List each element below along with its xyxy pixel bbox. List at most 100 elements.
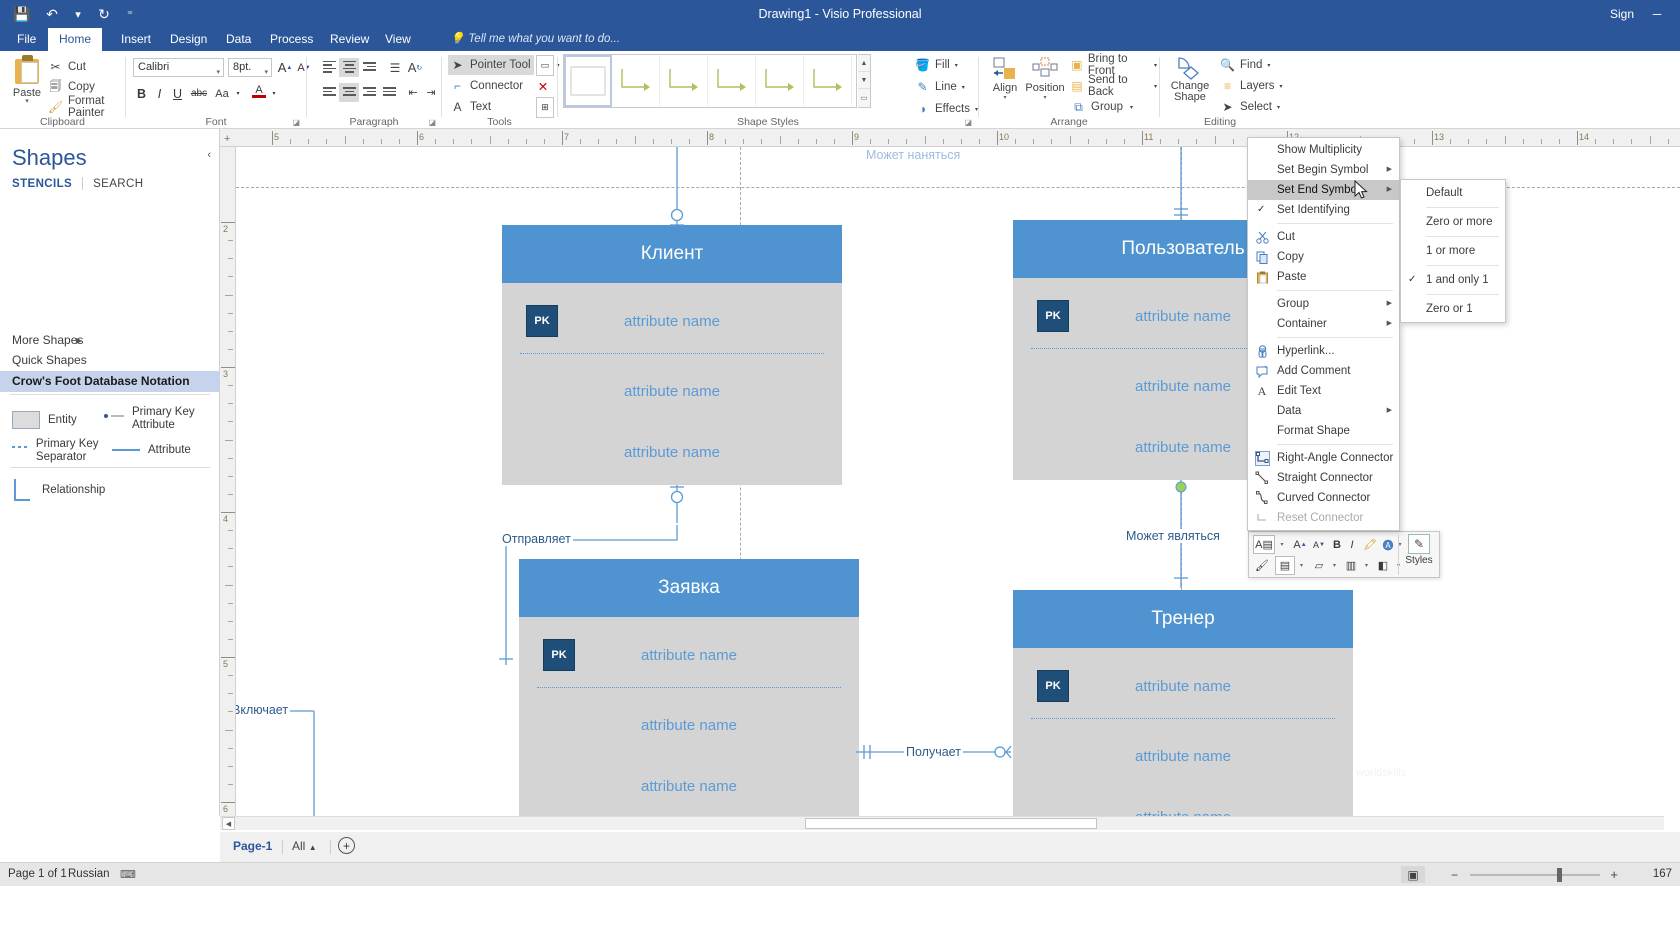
position-dropdown-icon[interactable]: ▾ bbox=[1025, 94, 1065, 101]
vertical-ruler[interactable]: 23456 bbox=[220, 147, 236, 816]
shrink-font-mini-button[interactable]: A ▼ bbox=[1310, 535, 1328, 554]
menu-item-set-begin-symbol[interactable]: Set Begin Symbol ▶ bbox=[1248, 160, 1399, 180]
strikethrough-button[interactable]: abc bbox=[188, 83, 210, 104]
font-color-dropdown-icon[interactable]: ▾ bbox=[268, 83, 280, 104]
close-tool-icon[interactable]: ✕ bbox=[536, 76, 550, 97]
align-middle-button[interactable] bbox=[339, 83, 359, 102]
align-bottom-button[interactable] bbox=[359, 83, 379, 102]
bring-to-front-button[interactable]: ▣ Bring to Front ▾ bbox=[1069, 53, 1159, 77]
tab-insert[interactable]: Insert bbox=[110, 28, 162, 51]
attribute-row[interactable]: attribute name bbox=[502, 313, 842, 330]
zoom-slider[interactable] bbox=[1470, 874, 1600, 876]
text-direction-button[interactable]: A ↻ bbox=[405, 58, 425, 77]
align-left-button[interactable] bbox=[319, 58, 339, 77]
text-block-icon[interactable]: A▤ bbox=[1253, 535, 1275, 554]
bold-mini-button[interactable]: B bbox=[1330, 535, 1344, 554]
tab-data[interactable]: Data bbox=[215, 28, 262, 51]
menu-item-hyperlink[interactable]: Hyperlink... bbox=[1248, 341, 1399, 361]
keyboard-layout-icon[interactable]: ⌨ bbox=[120, 868, 136, 881]
underline-button[interactable]: U bbox=[169, 83, 186, 104]
shape-relationship[interactable]: Relationship bbox=[14, 479, 105, 501]
attribute-row[interactable]: attribute name bbox=[1013, 678, 1353, 695]
zoom-in-button[interactable]: + bbox=[1610, 867, 1618, 882]
shape-styles-dialog-launcher[interactable]: ◪ bbox=[964, 118, 972, 127]
tab-review[interactable]: Review bbox=[319, 28, 380, 51]
attribute-row[interactable]: attribute name bbox=[519, 778, 859, 795]
shape-context-menu[interactable]: Show Multiplicity Set Begin Symbol ▶ Set En… bbox=[1247, 137, 1400, 531]
menu-item-straight-connector[interactable]: Straight Connector bbox=[1248, 468, 1399, 488]
tab-home[interactable]: Home bbox=[48, 28, 103, 51]
align-top-button[interactable] bbox=[319, 83, 339, 102]
connector-endpoint-klient-top[interactable] bbox=[662, 147, 692, 227]
submenu-item-1-or-more[interactable]: 1 or more bbox=[1401, 240, 1505, 262]
entity-trener[interactable]: Тренер PK attribute name attribute name … bbox=[1013, 590, 1353, 816]
shadow-mini-dropdown-icon[interactable]: ▾ bbox=[1361, 556, 1370, 575]
shape-style-swatch-3[interactable] bbox=[660, 55, 708, 107]
fill-mini-icon[interactable]: ▤ bbox=[1275, 556, 1295, 575]
text-tool-button[interactable]: A Text bbox=[448, 97, 493, 117]
submenu-item-zero-or-1[interactable]: Zero or 1 bbox=[1401, 298, 1505, 320]
shape-style-swatch-5[interactable] bbox=[756, 55, 804, 107]
zoom-slider-knob[interactable] bbox=[1557, 868, 1562, 882]
mini-formatting-toolbar[interactable]: A▤ ▾ A▲ A▼ B I 🖍 🅐 ▾ 🖌 ▤ ▾ ▱ ▾ ▥ ▾ ◧ ▾ ✎… bbox=[1248, 531, 1440, 578]
paste-dropdown-icon[interactable]: ▾ bbox=[25, 98, 29, 105]
increase-indent-button[interactable]: ⇥ bbox=[421, 83, 441, 102]
zoom-level-label[interactable]: 167 bbox=[1653, 868, 1672, 880]
gallery-scroll-up-icon[interactable]: ▲ bbox=[858, 55, 870, 72]
italic-button[interactable]: I bbox=[151, 83, 168, 104]
copy-button[interactable]: 🗐 Copy bbox=[46, 77, 97, 97]
menu-item-set-identifying[interactable]: ✓ Set Identifying bbox=[1248, 200, 1399, 220]
change-case-button[interactable]: Aa bbox=[211, 83, 233, 104]
tab-file[interactable]: File bbox=[6, 28, 47, 51]
text-block-dropdown-icon[interactable]: ▾ bbox=[1276, 535, 1286, 554]
align-button[interactable]: Align ▾ bbox=[987, 56, 1023, 101]
connector-otpravlyaet[interactable] bbox=[496, 525, 686, 675]
scroll-left-icon[interactable]: ◀ bbox=[222, 817, 235, 830]
font-family-input[interactable]: Calibri ▾ bbox=[133, 58, 224, 77]
font-color-button[interactable]: A bbox=[250, 81, 268, 102]
bullets-button[interactable]: ☰ bbox=[385, 58, 405, 77]
bold-button[interactable]: B bbox=[133, 83, 150, 104]
highlight-mini-icon[interactable]: 🖍 bbox=[1361, 535, 1379, 554]
stencil-crows-foot[interactable]: Crow's Foot Database Notation bbox=[0, 371, 220, 392]
menu-item-curved-connector[interactable]: Curved Connector bbox=[1248, 488, 1399, 508]
group-button[interactable]: ⧉ Group ▾ bbox=[1069, 97, 1135, 117]
cut-button[interactable]: ✂ Cut bbox=[46, 57, 88, 77]
minimize-icon[interactable]: ─ bbox=[1634, 0, 1680, 28]
menu-item-cut[interactable]: Cut bbox=[1248, 227, 1399, 247]
effects-mini-icon[interactable]: ◧ bbox=[1373, 556, 1393, 575]
menu-item-copy[interactable]: Copy bbox=[1248, 247, 1399, 267]
font-color-mini-icon[interactable]: 🅐 bbox=[1380, 535, 1396, 554]
align-center-button[interactable] bbox=[339, 58, 359, 77]
attribute-row[interactable]: attribute name bbox=[519, 717, 859, 734]
menu-item-data[interactable]: Data ▶ bbox=[1248, 401, 1399, 421]
connector-vklyuchaet[interactable] bbox=[236, 705, 326, 816]
page-tab-all[interactable]: All ▲ bbox=[292, 839, 317, 853]
paragraph-dialog-launcher[interactable]: ◪ bbox=[428, 118, 436, 127]
menu-item-edit-text[interactable]: A Edit Text bbox=[1248, 381, 1399, 401]
gallery-expand-icon[interactable]: ▭ bbox=[858, 89, 870, 106]
layers-button[interactable]: ≡ Layers ▾ bbox=[1218, 76, 1285, 96]
zoom-out-button[interactable]: − bbox=[1451, 868, 1458, 882]
shape-styles-gallery[interactable] bbox=[563, 54, 857, 108]
menu-item-right-angle-connector[interactable]: Right-Angle Connector bbox=[1248, 448, 1399, 468]
format-painter-mini-icon[interactable]: 🖌 bbox=[1253, 556, 1271, 575]
pointer-tool-button[interactable]: ➤ Pointer Tool bbox=[448, 55, 534, 75]
justify-button[interactable] bbox=[379, 83, 399, 102]
horizontal-ruler[interactable]: 567891011121314 + bbox=[220, 129, 1680, 147]
connector-label-poluchaet[interactable]: Получает bbox=[904, 745, 963, 759]
change-shape-button[interactable]: Change Shape bbox=[1166, 55, 1214, 103]
text-tool-dropdown[interactable]: ⊞ bbox=[536, 97, 554, 118]
tab-design[interactable]: Design bbox=[159, 28, 218, 51]
format-painter-button[interactable]: 🖌 Format Painter bbox=[46, 95, 125, 119]
submenu-item-zero-or-more[interactable]: Zero or more bbox=[1401, 211, 1505, 233]
attribute-row[interactable]: attribute name bbox=[502, 444, 842, 461]
status-language[interactable]: Russian bbox=[68, 868, 110, 880]
fill-button[interactable]: 🪣 Fill ▾ bbox=[913, 55, 960, 75]
tab-search[interactable]: SEARCH bbox=[93, 178, 143, 190]
shape-attribute[interactable]: Attribute bbox=[112, 444, 191, 456]
position-button[interactable]: Position ▾ bbox=[1025, 56, 1065, 101]
grow-font-mini-button[interactable]: A ▲ bbox=[1291, 535, 1309, 554]
attribute-row[interactable]: attribute name bbox=[1013, 748, 1353, 765]
attribute-row[interactable]: attribute name bbox=[502, 383, 842, 400]
